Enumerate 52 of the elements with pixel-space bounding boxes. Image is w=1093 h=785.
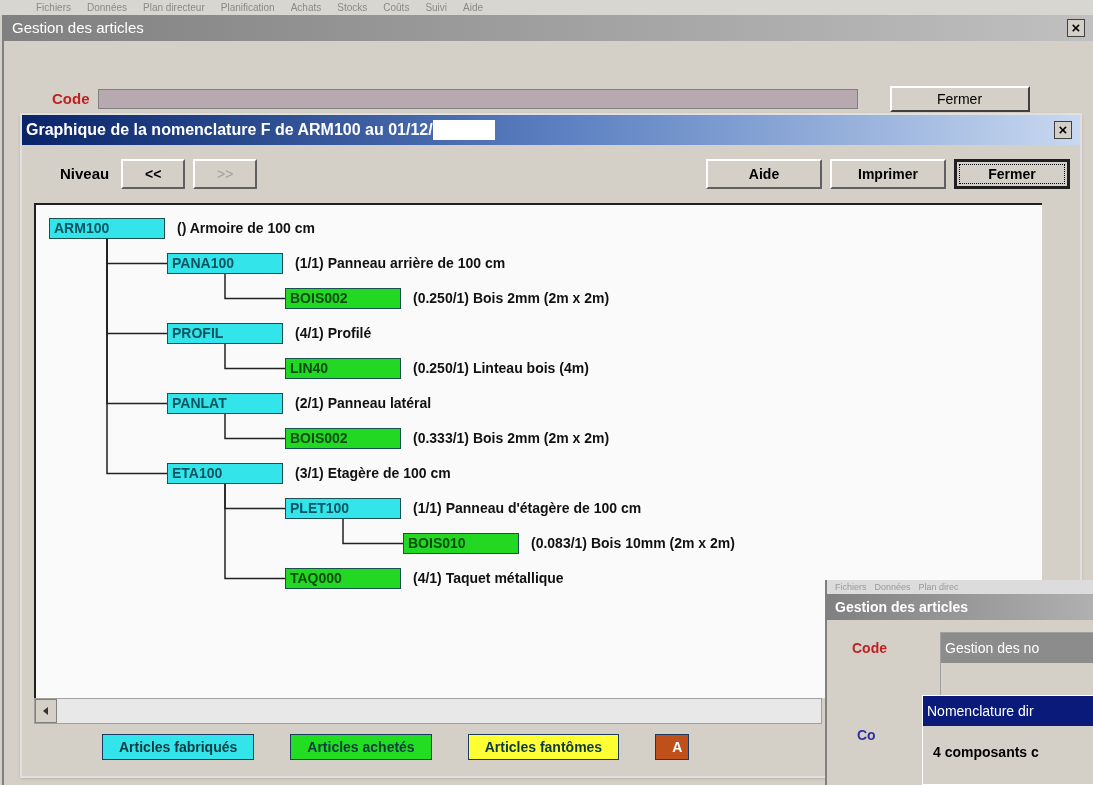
article-code-box[interactable]: LIN40 — [285, 358, 401, 379]
article-code-box[interactable]: TAQ000 — [285, 568, 401, 589]
previous-level-button[interactable]: << — [121, 159, 186, 189]
component-label: () Armoire de 100 cm — [177, 219, 315, 238]
connector-line — [224, 273, 286, 300]
window-title: Gestion des articles — [12, 17, 144, 38]
article-code-box[interactable]: PANA100 — [167, 253, 283, 274]
article-code-box[interactable]: PANLAT — [167, 393, 283, 414]
scroll-left-button[interactable] — [35, 699, 57, 723]
component-label: (2/1) Panneau latéral — [295, 394, 432, 413]
close-button[interactable]: × — [1067, 19, 1085, 37]
code-field[interactable] — [97, 89, 858, 109]
window-title: Gestion des articles — [835, 597, 969, 617]
connector-line — [342, 518, 404, 545]
component-label: (4/1) Taquet métallique — [413, 569, 564, 588]
article-code-box[interactable]: ETA100 — [167, 463, 283, 484]
close-button[interactable]: × — [1054, 121, 1072, 139]
article-code-box[interactable]: BOIS002 — [285, 288, 401, 309]
article-code-box[interactable]: PLET100 — [285, 498, 401, 519]
window-title: Gestion des no — [945, 638, 1040, 658]
legend-item: A — [655, 734, 690, 760]
article-code-box[interactable]: BOIS010 — [403, 533, 519, 554]
left-arrow-icon — [43, 707, 49, 715]
field-label: Code — [52, 88, 90, 109]
component-label: (0.250/1) Bois 2mm (2m x 2m) — [413, 289, 610, 308]
component-label: (4/1) Profilé — [295, 324, 372, 343]
connector-line — [224, 343, 286, 370]
component-label: (0.083/1) Bois 10mm (2m x 2m) — [531, 534, 735, 553]
component-label: (0.250/1) Linteau bois (4m) — [413, 359, 589, 378]
field-label: Code — [852, 639, 887, 658]
legend-item: Articles fantômes — [467, 734, 620, 760]
dialog-button[interactable]: Fermer — [954, 159, 1070, 189]
article-code-box[interactable]: ARM100 — [49, 218, 165, 239]
legend-item: Articles achetés — [290, 734, 432, 760]
connector-line — [224, 413, 286, 440]
summary-text: 4 composants c — [933, 743, 1039, 762]
component-label: (3/1) Etagère de 100 cm — [295, 464, 451, 483]
window-title: Nomenclature dir — [927, 701, 1034, 721]
component-label: (1/1) Panneau d'étagère de 100 cm — [413, 499, 642, 518]
legend-item: Articles fabriqués — [102, 734, 255, 760]
article-code-box[interactable]: PROFIL — [167, 323, 283, 344]
dialog-button[interactable]: Imprimer — [830, 159, 946, 189]
close-button[interactable]: Fermer — [889, 86, 1030, 112]
field-label: Co — [857, 726, 876, 745]
level-label: Niveau — [60, 163, 110, 184]
dialog-button[interactable]: Aide — [706, 159, 822, 189]
horizontal-scrollbar[interactable] — [34, 698, 822, 724]
component-label: (0.333/1) Bois 2mm (2m x 2m) — [413, 429, 610, 448]
redacted-box — [432, 120, 495, 140]
window-title: Graphique de la nomenclature F de ARM100 au 01/12/ — [26, 120, 433, 140]
article-code-box[interactable]: BOIS002 — [285, 428, 401, 449]
component-label: (1/1) Panneau arrière de 100 cm — [295, 254, 506, 273]
